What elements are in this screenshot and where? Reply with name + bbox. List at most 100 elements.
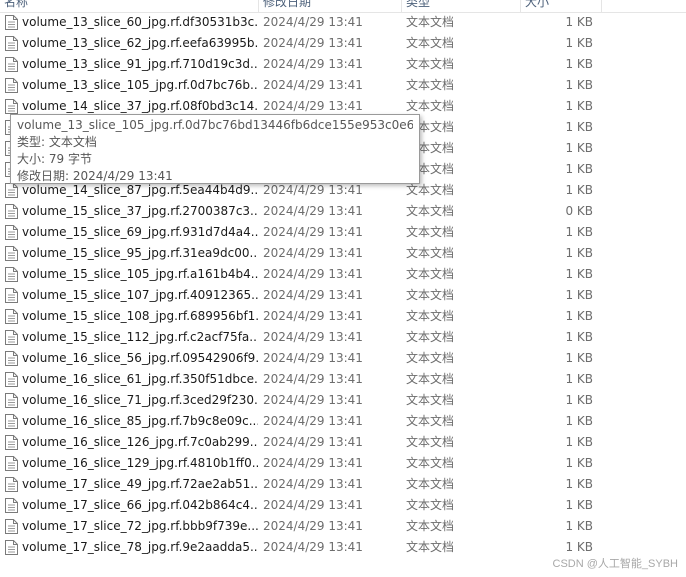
file-type: 文本文档	[406, 309, 455, 323]
file-size: 1 KB	[565, 435, 593, 449]
file-row[interactable]: volume_13_slice_62_jpg.rf.eefa63995b... 2…	[0, 33, 686, 54]
tooltip-filename: volume_13_slice_105_jpg.rf.0d7bc76bd1344…	[17, 118, 413, 132]
text-file-icon	[5, 498, 18, 513]
file-size: 1 KB	[565, 414, 593, 428]
text-file-icon	[5, 225, 18, 240]
file-name: volume_15_slice_95_jpg.rf.31ea9dc00...	[22, 246, 258, 260]
file-date: 2024/4/29 13:41	[263, 57, 363, 71]
tooltip-date: 修改日期: 2024/4/29 13:41	[17, 169, 173, 183]
file-row[interactable]: volume_16_slice_126_jpg.rf.7c0ab299... 20…	[0, 432, 686, 453]
file-date: 2024/4/29 13:41	[263, 246, 363, 260]
file-name: volume_15_slice_112_jpg.rf.c2acf75fa...	[22, 330, 258, 344]
file-date: 2024/4/29 13:41	[263, 519, 363, 533]
text-file-icon	[5, 393, 18, 408]
file-date: 2024/4/29 13:41	[263, 330, 363, 344]
file-size: 1 KB	[565, 309, 593, 323]
file-date: 2024/4/29 13:41	[263, 414, 363, 428]
file-row[interactable]: volume_16_slice_71_jpg.rf.3ced29f230... 2…	[0, 390, 686, 411]
file-size: 1 KB	[565, 372, 593, 386]
column-date-header[interactable]: 修改日期	[259, 0, 401, 12]
file-row[interactable]: volume_13_slice_60_jpg.rf.df30531b3c... 2…	[0, 12, 686, 33]
file-type: 文本文档	[406, 393, 455, 407]
file-date: 2024/4/29 13:41	[263, 288, 363, 302]
file-size: 1 KB	[565, 351, 593, 365]
file-type: 文本文档	[406, 78, 455, 92]
file-type: 文本文档	[406, 372, 455, 386]
text-file-icon	[5, 99, 18, 114]
file-date: 2024/4/29 13:41	[263, 204, 363, 218]
text-file-icon	[5, 309, 18, 324]
file-name: volume_16_slice_56_jpg.rf.09542906f9...	[22, 351, 258, 365]
file-row[interactable]: volume_17_slice_72_jpg.rf.bbb9f739e... 20…	[0, 516, 686, 537]
file-size: 1 KB	[565, 498, 593, 512]
file-row[interactable]: volume_15_slice_112_jpg.rf.c2acf75fa... 2…	[0, 327, 686, 348]
column-type-header[interactable]: 类型	[402, 0, 520, 12]
file-size: 1 KB	[565, 246, 593, 260]
file-size: 1 KB	[565, 477, 593, 491]
text-file-icon	[5, 372, 18, 387]
file-type: 文本文档	[406, 225, 455, 239]
file-row[interactable]: volume_15_slice_95_jpg.rf.31ea9dc00... 20…	[0, 243, 686, 264]
file-size: 1 KB	[565, 393, 593, 407]
file-name: volume_15_slice_69_jpg.rf.931d7d4a4...	[22, 225, 258, 239]
file-row[interactable]: volume_15_slice_37_jpg.rf.2700387c3... 20…	[0, 201, 686, 222]
file-row[interactable]: volume_16_slice_56_jpg.rf.09542906f9... 2…	[0, 348, 686, 369]
file-type: 文本文档	[406, 57, 455, 71]
file-row[interactable]: volume_17_slice_66_jpg.rf.042b864c4... 20…	[0, 495, 686, 516]
tooltip-size: 大小: 79 字节	[17, 152, 92, 166]
file-row[interactable]: volume_15_slice_105_jpg.rf.a161b4b4... 20…	[0, 264, 686, 285]
file-row[interactable]: volume_16_slice_61_jpg.rf.350f51dbce... 2…	[0, 369, 686, 390]
text-file-icon	[5, 456, 18, 471]
file-date: 2024/4/29 13:41	[263, 78, 363, 92]
file-date: 2024/4/29 13:41	[263, 267, 363, 281]
file-name: volume_16_slice_61_jpg.rf.350f51dbce...	[22, 372, 258, 386]
file-row[interactable]: volume_13_slice_91_jpg.rf.710d19c3d... 20…	[0, 54, 686, 75]
text-file-icon	[5, 414, 18, 429]
file-size: 1 KB	[565, 330, 593, 344]
file-row[interactable]: volume_17_slice_49_jpg.rf.72ae2ab51... 20…	[0, 474, 686, 495]
file-size: 1 KB	[565, 519, 593, 533]
text-file-icon	[5, 540, 18, 555]
file-type: 文本文档	[406, 288, 455, 302]
file-name: volume_15_slice_105_jpg.rf.a161b4b4...	[22, 267, 258, 281]
file-size: 1 KB	[565, 267, 593, 281]
text-file-icon	[5, 330, 18, 345]
file-name: volume_13_slice_91_jpg.rf.710d19c3d...	[22, 57, 258, 71]
file-type: 文本文档	[406, 36, 455, 50]
file-size: 1 KB	[565, 15, 593, 29]
column-divider[interactable]	[601, 0, 602, 12]
file-date: 2024/4/29 13:41	[263, 15, 363, 29]
file-date: 2024/4/29 13:41	[263, 309, 363, 323]
file-row[interactable]: volume_15_slice_108_jpg.rf.689956bf1... 2…	[0, 306, 686, 327]
file-date: 2024/4/29 13:41	[263, 372, 363, 386]
text-file-icon	[5, 183, 18, 198]
file-date: 2024/4/29 13:41	[263, 225, 363, 239]
column-name-header[interactable]: 名称	[0, 0, 258, 12]
file-name: volume_15_slice_37_jpg.rf.2700387c3...	[22, 204, 258, 218]
tooltip-type: 类型: 文本文档	[17, 135, 97, 149]
file-row[interactable]: volume_15_slice_69_jpg.rf.931d7d4a4... 20…	[0, 222, 686, 243]
file-size: 1 KB	[565, 99, 593, 113]
file-size: 1 KB	[565, 288, 593, 302]
text-file-icon	[5, 78, 18, 93]
file-row[interactable]: volume_13_slice_105_jpg.rf.0d7bc76b... 20…	[0, 75, 686, 96]
file-type: 文本文档	[406, 15, 455, 29]
text-file-icon	[5, 36, 18, 51]
text-file-icon	[5, 288, 18, 303]
file-name: volume_16_slice_85_jpg.rf.7b9c8e09c...	[22, 414, 258, 428]
file-row[interactable]: volume_16_slice_85_jpg.rf.7b9c8e09c... 20…	[0, 411, 686, 432]
file-size: 1 KB	[565, 141, 593, 155]
file-size: 1 KB	[565, 162, 593, 176]
file-type: 文本文档	[406, 246, 455, 260]
column-size-header[interactable]: 大小	[521, 0, 601, 12]
file-date: 2024/4/29 13:41	[263, 456, 363, 470]
file-name: volume_17_slice_72_jpg.rf.bbb9f739e...	[22, 519, 258, 533]
watermark: CSDN @人工智能_SYBH	[552, 558, 678, 570]
file-row[interactable]: volume_15_slice_107_jpg.rf.40912365... 20…	[0, 285, 686, 306]
file-row[interactable]: volume_16_slice_129_jpg.rf.4810b1ff0... 2…	[0, 453, 686, 474]
text-file-icon	[5, 15, 18, 30]
file-type: 文本文档	[406, 204, 455, 218]
file-name: volume_15_slice_107_jpg.rf.40912365...	[22, 288, 258, 302]
file-name: volume_13_slice_105_jpg.rf.0d7bc76b...	[22, 78, 258, 92]
file-date: 2024/4/29 13:41	[263, 435, 363, 449]
